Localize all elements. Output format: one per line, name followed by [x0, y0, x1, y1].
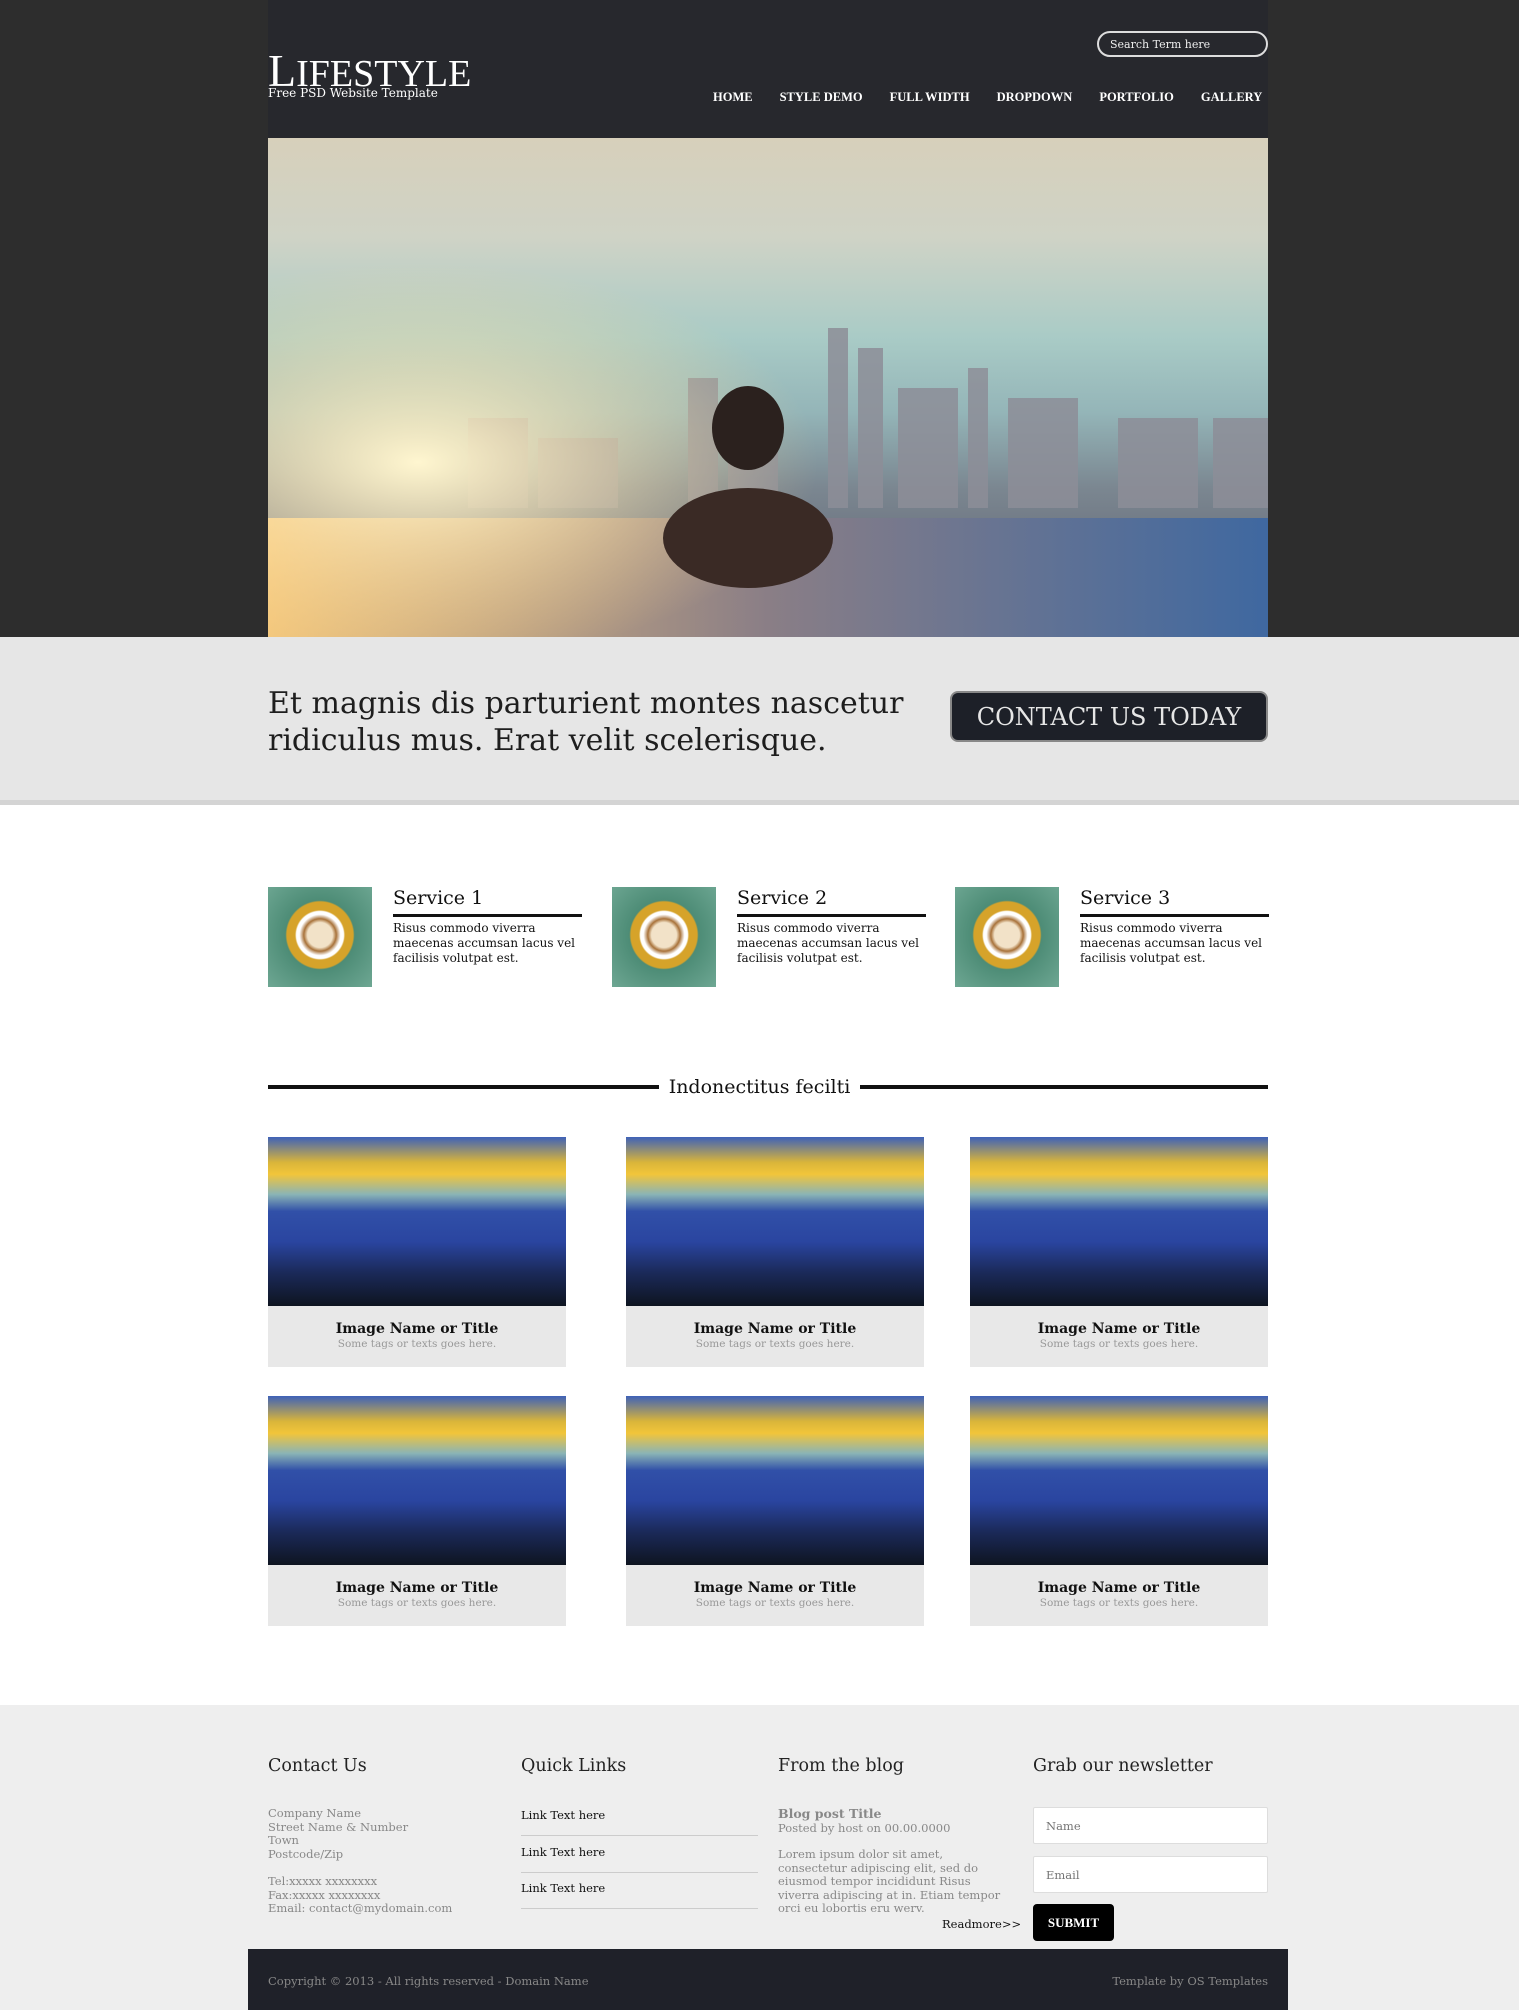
landscape-image — [626, 1137, 924, 1306]
gallery-card[interactable]: Image Name or Title Some tags or texts go… — [626, 1137, 924, 1367]
nav-portfolio[interactable]: PORTFOLIO — [1099, 90, 1174, 105]
card-title: Image Name or Title — [335, 1321, 499, 1337]
service-item: Service 1 Risus commodo viverra maecenas … — [268, 887, 582, 987]
quick-links-heading: Quick Links — [521, 1756, 627, 1776]
quick-link[interactable]: Link Text here — [521, 1881, 758, 1909]
blog-heading: From the blog — [778, 1756, 904, 1776]
contact-address: Company Name Street Name & Number Town Post… — [268, 1806, 453, 1915]
card-title: Image Name or Title — [335, 1580, 499, 1596]
service-title: Service 2 — [737, 887, 926, 917]
search-input[interactable] — [1097, 31, 1268, 57]
nav-gallery[interactable]: GALLERY — [1201, 90, 1262, 105]
quick-link[interactable]: Link Text here — [521, 1808, 758, 1836]
main-nav: HOME STYLE DEMO FULL WIDTH DROPDOWN PORT… — [713, 90, 1262, 105]
blog-excerpt: Lorem ipsum dolor sit amet, consectetur … — [778, 1847, 1001, 1915]
landscape-image — [268, 1396, 566, 1565]
card-title: Image Name or Title — [693, 1321, 857, 1337]
quick-link[interactable]: Link Text here — [521, 1845, 758, 1873]
service-text: Risus commodo viverra maecenas accumsan … — [1080, 921, 1263, 965]
callout-text: Et magnis dis parturient montes nascetur… — [268, 686, 904, 758]
submit-button[interactable]: SUBMIT — [1033, 1904, 1114, 1941]
gallery-card[interactable]: Image Name or Title Some tags or texts go… — [268, 1137, 566, 1367]
card-tags: Some tags or texts goes here. — [695, 1338, 855, 1350]
service-title: Service 3 — [1080, 887, 1269, 917]
card-tags: Some tags or texts goes here. — [337, 1597, 497, 1609]
card-tags: Some tags or texts goes here. — [337, 1338, 497, 1350]
card-tags: Some tags or texts goes here. — [695, 1597, 855, 1609]
template-credit[interactable]: Template by OS Templates — [1112, 1974, 1268, 1988]
newsletter-heading: Grab our newsletter — [1033, 1756, 1213, 1776]
service-text: Risus commodo viverra maecenas accumsan … — [737, 921, 920, 965]
nav-home[interactable]: HOME — [713, 90, 753, 105]
gallery-heading: Indonectitus fecilti — [0, 1076, 1519, 1098]
card-title: Image Name or Title — [1037, 1580, 1201, 1596]
card-title: Image Name or Title — [1037, 1321, 1201, 1337]
hero-illustration — [268, 138, 1268, 637]
landscape-image — [970, 1396, 1268, 1565]
landscape-image — [970, 1137, 1268, 1306]
service-item: Service 3 Risus commodo viverra maecenas … — [955, 887, 1269, 987]
card-tags: Some tags or texts goes here. — [1039, 1597, 1199, 1609]
contact-heading: Contact Us — [268, 1756, 367, 1776]
card-title: Image Name or Title — [693, 1580, 857, 1596]
gallery-card[interactable]: Image Name or Title Some tags or texts go… — [970, 1137, 1268, 1367]
gallery-card[interactable]: Image Name or Title Some tags or texts go… — [626, 1396, 924, 1626]
blog-post-title[interactable]: Blog post Title — [778, 1807, 882, 1821]
nav-dropdown[interactable]: DROPDOWN — [997, 90, 1073, 105]
nav-full-width[interactable]: FULL WIDTH — [890, 90, 970, 105]
landscape-image — [626, 1396, 924, 1565]
card-tags: Some tags or texts goes here. — [1039, 1338, 1199, 1350]
readmore-link[interactable]: Readmore>> — [942, 1917, 1021, 1932]
landscape-image — [268, 1137, 566, 1306]
contact-us-button[interactable]: CONTACT US TODAY — [950, 691, 1268, 742]
copyright: Copyright © 2013 - All rights reserved -… — [268, 1974, 589, 1988]
service-item: Service 2 Risus commodo viverra maecenas … — [612, 887, 926, 987]
hero-image — [268, 138, 1268, 637]
newsletter-name-input[interactable] — [1033, 1807, 1268, 1844]
gallery-card[interactable]: Image Name or Title Some tags or texts go… — [970, 1396, 1268, 1626]
gallery-card[interactable]: Image Name or Title Some tags or texts go… — [268, 1396, 566, 1626]
coffee-image — [955, 887, 1059, 987]
coffee-image — [612, 887, 716, 987]
nav-style-demo[interactable]: STYLE DEMO — [780, 90, 863, 105]
tagline: Free PSD Website Template — [268, 86, 438, 100]
coffee-image — [268, 887, 372, 987]
service-title: Service 1 — [393, 887, 582, 917]
newsletter-email-input[interactable] — [1033, 1856, 1268, 1893]
service-text: Risus commodo viverra maecenas accumsan … — [393, 921, 576, 965]
blog-post-meta: Posted by host on 00.00.0000 — [778, 1821, 951, 1835]
